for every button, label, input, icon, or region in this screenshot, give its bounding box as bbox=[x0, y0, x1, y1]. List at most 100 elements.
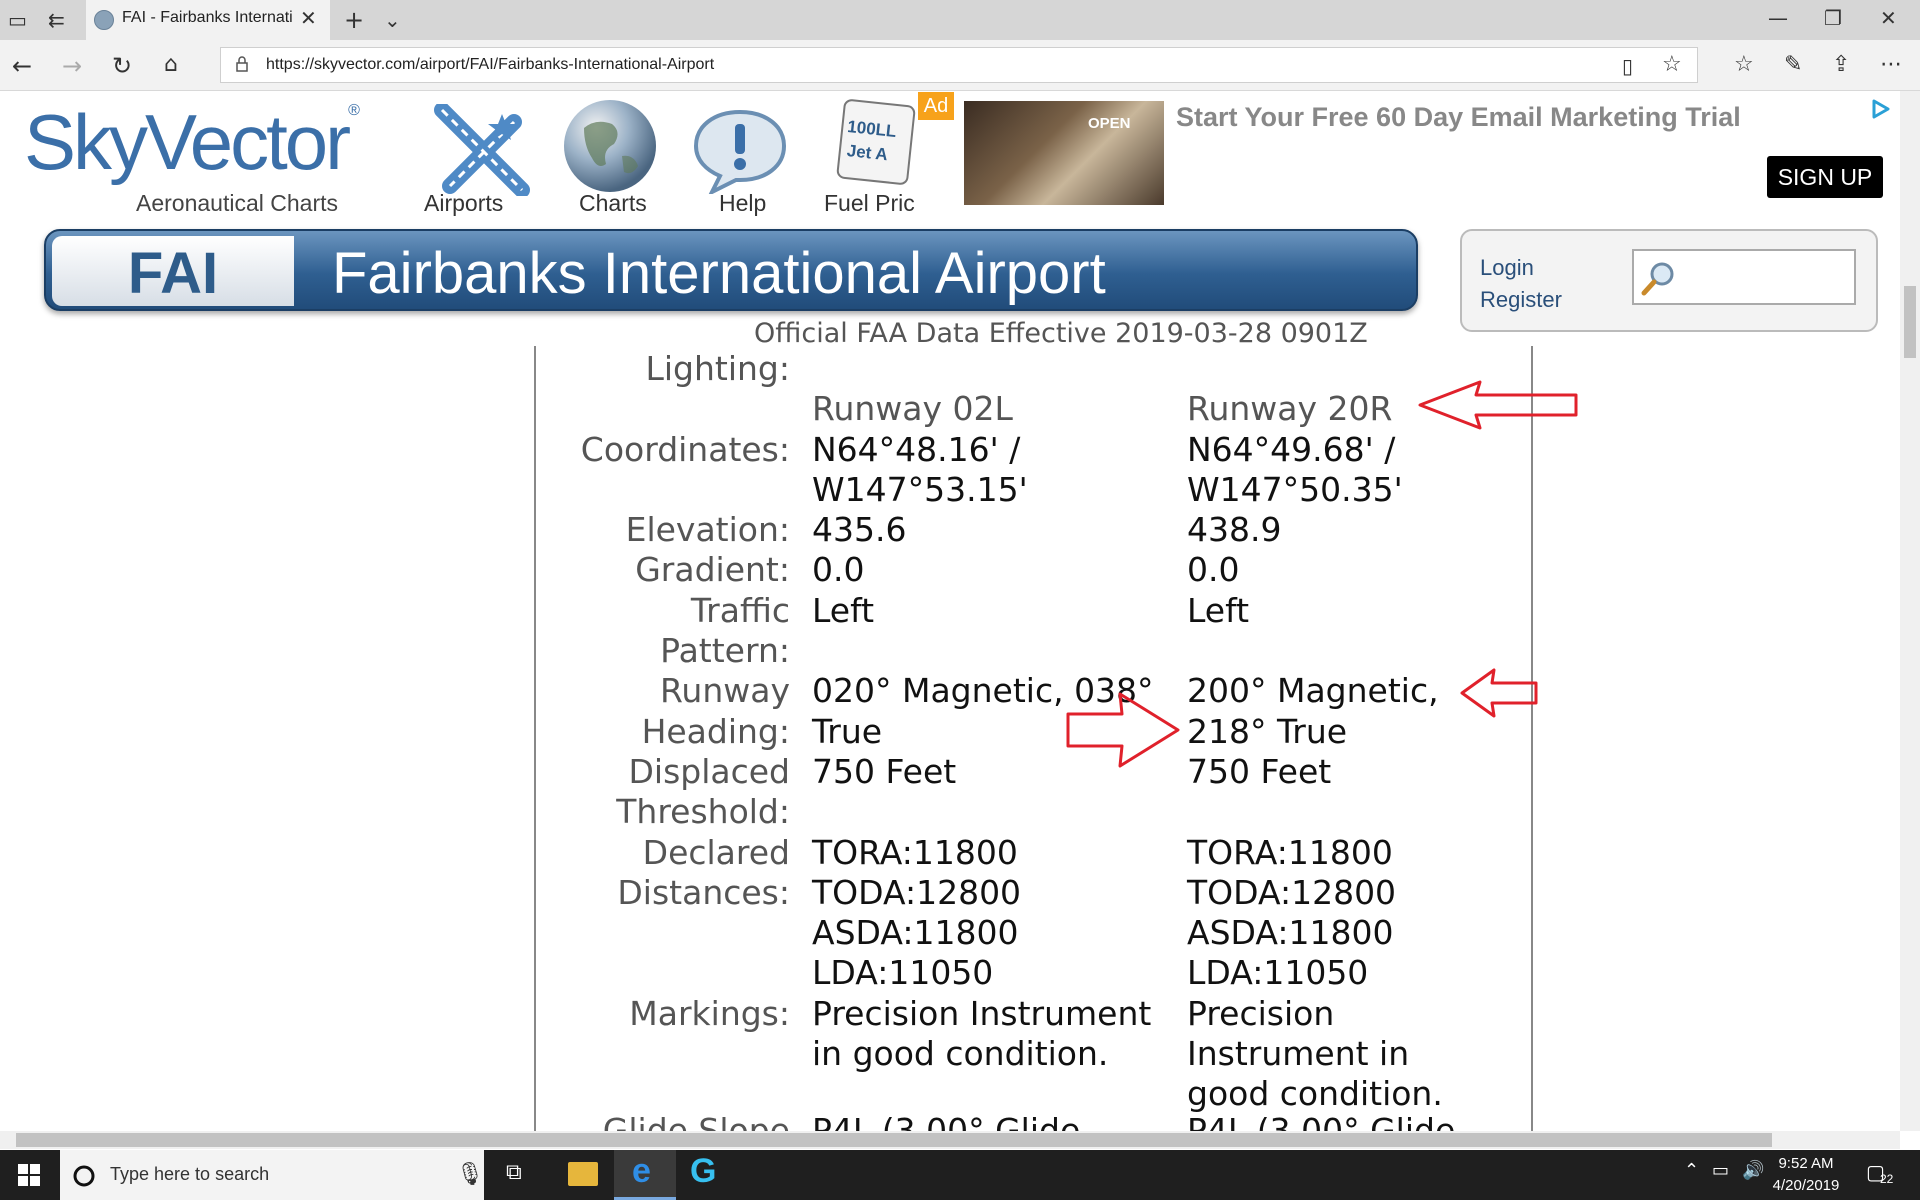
pen-icon[interactable]: ✎ bbox=[1784, 52, 1802, 77]
favorite-star-icon[interactable]: ☆ bbox=[1662, 52, 1682, 77]
runway-02l-value: Left bbox=[812, 590, 875, 630]
runway-20r-value: 0.0 bbox=[1187, 550, 1240, 590]
taskbar-clock[interactable]: 9:52 AM 4/20/2019 bbox=[1766, 1153, 1846, 1197]
annotation-arrow-runway-20r bbox=[1418, 380, 1578, 430]
runway-row-label: Runway bbox=[659, 671, 790, 711]
runway-02l-value: LDA:11050 bbox=[812, 953, 994, 993]
more-icon[interactable]: ⋯ bbox=[1880, 52, 1902, 77]
skyvector-logo[interactable]: SkyVector® bbox=[24, 103, 360, 182]
logitech-icon[interactable]: G bbox=[690, 1152, 716, 1191]
runway-row-label: Displaced bbox=[628, 751, 790, 791]
microphone-icon[interactable]: 🎙 bbox=[456, 1162, 484, 1187]
file-explorer-icon[interactable] bbox=[568, 1162, 598, 1186]
runway-02l-value: Precision Instrument bbox=[812, 993, 1152, 1033]
runway-20r-value: 200° Magnetic, bbox=[1187, 671, 1439, 711]
nav-airports[interactable]: Airports bbox=[424, 190, 503, 217]
runway-row-label: Heading: bbox=[641, 711, 790, 751]
close-tab-icon[interactable]: ✕ bbox=[300, 6, 317, 30]
vertical-scroll-thumb[interactable] bbox=[1904, 286, 1916, 358]
notification-count: 22 bbox=[1880, 1172, 1894, 1186]
annotation-arrow-heading-20r bbox=[1460, 668, 1538, 718]
lock-icon bbox=[236, 56, 248, 72]
ad-badge: Ad bbox=[918, 92, 954, 120]
runway-row-label: Distances: bbox=[617, 872, 790, 912]
url-text[interactable]: https://skyvector.com/airport/FAI/Fairba… bbox=[266, 56, 714, 74]
faa-data-effective: Official FAA Data Effective 2019-03-28 0… bbox=[754, 318, 1368, 349]
runway-header-20r: Runway 20R bbox=[1187, 389, 1393, 428]
nav-fuel-prices[interactable]: Fuel Pric bbox=[824, 190, 915, 217]
runway-02l-value: True bbox=[812, 711, 883, 751]
horizontal-scroll-thumb[interactable] bbox=[16, 1133, 1772, 1147]
runway-02l-value: TORA:11800 bbox=[812, 832, 1018, 872]
network-icon[interactable]: ▭ bbox=[1712, 1160, 1729, 1181]
minimize-icon[interactable]: — bbox=[1768, 6, 1788, 30]
runway-row-label: Traffic bbox=[690, 590, 790, 630]
back-arrow-icon[interactable]: ← bbox=[12, 52, 32, 80]
globe-icon bbox=[94, 10, 114, 30]
restore-icon[interactable]: ❐ bbox=[1824, 6, 1842, 30]
runway-header-02l: Runway 02L bbox=[812, 389, 1013, 428]
taskbar-search-placeholder[interactable]: Type here to search bbox=[110, 1164, 269, 1185]
forward-arrow-icon[interactable]: → bbox=[62, 52, 82, 80]
chevron-down-icon[interactable]: ⌄ bbox=[384, 8, 401, 32]
runway-02l-value: N64°48.16' / bbox=[812, 429, 1021, 469]
runway-row-label: Gradient: bbox=[635, 550, 790, 590]
logo-subtitle: Aeronautical Charts bbox=[136, 190, 338, 216]
runway-20r-value: 750 Feet bbox=[1187, 751, 1332, 791]
runway-row-label: Elevation: bbox=[625, 510, 790, 550]
runway-20r-value: LDA:11050 bbox=[1187, 953, 1369, 993]
task-view-icon[interactable]: ⧉ bbox=[506, 1160, 522, 1185]
login-link[interactable]: Login bbox=[1480, 255, 1534, 281]
runway-20r-value: Precision bbox=[1187, 993, 1335, 1033]
runway-02l-value: 750 Feet bbox=[812, 751, 957, 791]
runway-row-label: Coordinates: bbox=[580, 429, 790, 469]
favorites-list-icon[interactable]: ☆ bbox=[1734, 52, 1754, 77]
globe-charts-icon[interactable] bbox=[562, 98, 658, 194]
cortana-icon[interactable] bbox=[72, 1164, 96, 1188]
tab-title[interactable]: FAI - Fairbanks Internati bbox=[122, 9, 293, 27]
runway-20r-value: TODA:12800 bbox=[1187, 872, 1397, 912]
runway-20r-value: Instrument in bbox=[1187, 1034, 1410, 1073]
runway-02l-value: 0.0 bbox=[812, 550, 865, 590]
sign-up-button[interactable]: SIGN UP bbox=[1767, 156, 1883, 198]
fuel-sign-icon[interactable]: 100LL Jet A bbox=[836, 98, 916, 186]
refresh-icon[interactable]: ↻ bbox=[112, 52, 132, 80]
ad-headline[interactable]: Start Your Free 60 Day Email Marketing T… bbox=[1176, 102, 1741, 133]
runway-20r-value: 438.9 bbox=[1187, 510, 1282, 550]
nav-help[interactable]: Help bbox=[719, 190, 766, 217]
runway-02l-value: in good condition. bbox=[812, 1034, 1109, 1073]
runway-20r-value: TORA:11800 bbox=[1187, 832, 1393, 872]
new-tab-icon[interactable]: + bbox=[344, 6, 364, 34]
runway-02l-value: W147°53.15' bbox=[812, 469, 1028, 509]
runway-row-label: Declared bbox=[642, 832, 790, 872]
volume-icon[interactable]: 🔊 bbox=[1742, 1160, 1764, 1181]
edge-icon[interactable]: e bbox=[632, 1152, 651, 1191]
runway-20r-value: ASDA:11800 bbox=[1187, 913, 1394, 953]
airports-icon[interactable] bbox=[428, 104, 532, 196]
set-aside-tabs-icon[interactable]: ⇇ bbox=[48, 8, 65, 32]
windows-start-icon[interactable] bbox=[18, 1164, 40, 1186]
chevron-up-icon[interactable]: ⌃ bbox=[1684, 1160, 1699, 1181]
close-window-icon[interactable]: ✕ bbox=[1880, 6, 1897, 30]
vertical-scrollbar[interactable] bbox=[1900, 91, 1920, 1131]
airport-code: FAI bbox=[127, 241, 219, 306]
runway-20r-value: 218° True bbox=[1187, 711, 1348, 751]
home-icon[interactable]: ⌂ bbox=[164, 52, 178, 77]
runway-20r-value: Left bbox=[1187, 590, 1250, 630]
help-bubble-icon[interactable] bbox=[690, 108, 790, 194]
runway-row-label: Markings: bbox=[629, 993, 790, 1033]
runway-02l-value: TODA:12800 bbox=[812, 872, 1022, 912]
register-link[interactable]: Register bbox=[1480, 287, 1562, 313]
nav-charts[interactable]: Charts bbox=[579, 190, 647, 217]
adchoices-icon[interactable] bbox=[1870, 98, 1892, 120]
runway-02l-value: ASDA:11800 bbox=[812, 913, 1019, 953]
share-icon[interactable]: ⇪ bbox=[1832, 52, 1850, 77]
tab-manager-icon[interactable]: ▭ bbox=[8, 8, 27, 32]
ad-image[interactable]: OPEN bbox=[964, 101, 1164, 205]
runway-row-label: Pattern: bbox=[660, 631, 790, 670]
annotation-arrow-true-heading bbox=[1066, 692, 1180, 768]
runway-row-label: Threshold: bbox=[616, 792, 790, 832]
runway-20r-value: good condition. bbox=[1187, 1074, 1443, 1114]
runway-20r-value: W147°50.35' bbox=[1187, 469, 1403, 509]
reading-view-icon[interactable]: ▯ bbox=[1622, 54, 1633, 78]
